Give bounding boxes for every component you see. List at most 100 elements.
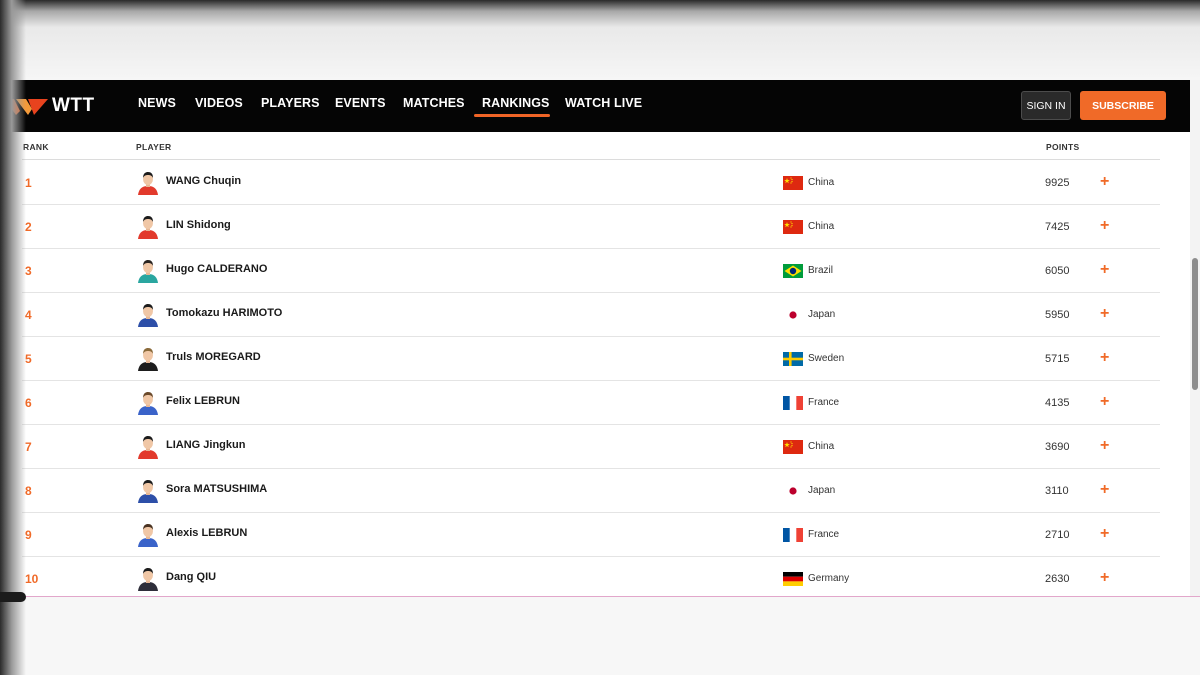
nav-matches[interactable]: MATCHES <box>403 96 465 116</box>
rankings-table: RANK PLAYER POINTS 1 WANG Chuqin China 9… <box>22 132 1160 596</box>
table-row[interactable]: 3 Hugo CALDERANO Brazil 6050 + <box>22 249 1160 293</box>
player-name[interactable]: Truls MOREGARD <box>166 351 261 363</box>
ranking-points: 7425 <box>1045 221 1070 233</box>
flag-japan-icon <box>783 484 803 498</box>
photo-left-shade <box>0 0 26 675</box>
country-name: Japan <box>808 485 836 496</box>
expand-plus-icon[interactable]: + <box>1100 304 1112 324</box>
expand-plus-icon[interactable]: + <box>1100 392 1112 412</box>
country-name: China <box>808 177 835 188</box>
ranking-points: 3690 <box>1045 441 1070 453</box>
country-name: Japan <box>808 309 836 320</box>
player-avatar <box>136 258 160 283</box>
country-name: Sweden <box>808 353 845 364</box>
nav-rankings[interactable]: RANKINGS <box>482 96 549 116</box>
player-avatar <box>136 478 160 503</box>
rank-number: 3 <box>25 264 32 278</box>
nav-active-indicator <box>474 114 550 117</box>
player-name[interactable]: WANG Chuqin <box>166 175 241 187</box>
player-avatar <box>136 566 160 591</box>
expand-plus-icon[interactable]: + <box>1100 436 1112 456</box>
player-avatar <box>136 434 160 459</box>
player-name[interactable]: Alexis LEBRUN <box>166 527 247 539</box>
table-header: RANK PLAYER POINTS <box>22 132 1160 160</box>
rank-number: 5 <box>25 352 32 366</box>
photo-top-band <box>0 0 1200 80</box>
flag-germany-icon <box>783 572 803 586</box>
nav-news[interactable]: NEWS <box>138 96 176 116</box>
table-row[interactable]: 10 Dang QIU Germany 2630 + <box>22 557 1160 596</box>
flag-china-icon <box>783 440 803 454</box>
table-row[interactable]: 2 LIN Shidong China 7425 + <box>22 205 1160 249</box>
ranking-points: 3110 <box>1045 485 1069 497</box>
player-avatar <box>136 522 160 547</box>
subscribe-button[interactable]: SUBSCRIBE <box>1080 91 1166 120</box>
country-name: France <box>808 529 840 540</box>
table-row[interactable]: 6 Felix LEBRUN France 4135 + <box>22 381 1160 425</box>
player-name[interactable]: Dang QIU <box>166 571 216 583</box>
country-name: Germany <box>808 573 850 584</box>
country-name: Brazil <box>808 265 834 276</box>
table-row[interactable]: 7 LIANG Jingkun China 3690 + <box>22 425 1160 469</box>
flag-japan-icon <box>783 308 803 322</box>
nav-events[interactable]: EVENTS <box>335 96 386 116</box>
player-name[interactable]: LIANG Jingkun <box>166 439 245 451</box>
rank-number: 8 <box>25 484 32 498</box>
expand-plus-icon[interactable]: + <box>1100 348 1112 368</box>
rank-number: 2 <box>25 220 32 234</box>
ranking-points: 4135 <box>1045 397 1070 409</box>
flag-france-icon <box>783 528 803 542</box>
header-player: PLAYER <box>136 142 172 152</box>
browser-viewport: WTT NEWS VIDEOS PLAYERS EVENTS MATCHES R… <box>0 80 1200 596</box>
nav-players[interactable]: PLAYERS <box>261 96 320 116</box>
expand-plus-icon[interactable]: + <box>1100 172 1112 192</box>
ranking-points: 5950 <box>1045 309 1070 321</box>
expand-plus-icon[interactable]: + <box>1100 480 1112 500</box>
expand-plus-icon[interactable]: + <box>1100 568 1112 588</box>
player-avatar <box>136 302 160 327</box>
country-name: France <box>808 397 840 408</box>
nav-videos[interactable]: VIDEOS <box>195 96 243 116</box>
player-name[interactable]: LIN Shidong <box>166 219 231 231</box>
header-rank: RANK <box>23 142 49 152</box>
header-points: POINTS <box>1046 142 1080 152</box>
player-avatar <box>136 390 160 415</box>
country-name: China <box>808 221 835 232</box>
expand-plus-icon[interactable]: + <box>1100 260 1112 280</box>
sign-in-button[interactable]: SIGN IN <box>1021 91 1071 120</box>
flag-china-icon <box>783 220 803 234</box>
player-avatar <box>136 346 160 371</box>
logo-text: WTT <box>52 95 95 116</box>
rank-number: 4 <box>25 308 32 322</box>
table-row[interactable]: 8 Sora MATSUSHIMA Japan 3110 + <box>22 469 1160 513</box>
player-name[interactable]: Sora MATSUSHIMA <box>166 483 267 495</box>
player-name[interactable]: Felix LEBRUN <box>166 395 240 407</box>
top-nav: WTT NEWS VIDEOS PLAYERS EVENTS MATCHES R… <box>0 80 1190 132</box>
flag-brazil-icon <box>783 264 803 278</box>
player-avatar <box>136 214 160 239</box>
scrollbar-thumb[interactable] <box>1192 258 1198 390</box>
rank-number: 1 <box>25 176 32 190</box>
rank-number: 6 <box>25 396 32 410</box>
player-name[interactable]: Tomokazu HARIMOTO <box>166 307 282 319</box>
table-row[interactable]: 5 Truls MOREGARD Sweden 5715 + <box>22 337 1160 381</box>
ranking-points: 9925 <box>1045 177 1070 189</box>
rank-number: 10 <box>25 572 39 586</box>
expand-plus-icon[interactable]: + <box>1100 216 1112 236</box>
table-row[interactable]: 9 Alexis LEBRUN France 2710 + <box>22 513 1160 557</box>
player-avatar <box>136 170 160 195</box>
expand-plus-icon[interactable]: + <box>1100 524 1112 544</box>
player-name[interactable]: Hugo CALDERANO <box>166 263 267 275</box>
rank-number: 9 <box>25 528 32 542</box>
ranking-points: 2710 <box>1045 529 1070 541</box>
below-screen-area <box>0 597 1200 675</box>
bezel-corner <box>0 592 26 602</box>
ranking-points: 6050 <box>1045 265 1070 277</box>
table-row[interactable]: 1 WANG Chuqin China 9925 + <box>22 161 1160 205</box>
country-name: China <box>808 441 835 452</box>
table-row[interactable]: 4 Tomokazu HARIMOTO Japan 5950 + <box>22 293 1160 337</box>
ranking-points: 5715 <box>1045 353 1070 365</box>
flag-france-icon <box>783 396 803 410</box>
nav-watch-live[interactable]: WATCH LIVE <box>565 96 642 116</box>
flag-sweden-icon <box>783 352 803 366</box>
